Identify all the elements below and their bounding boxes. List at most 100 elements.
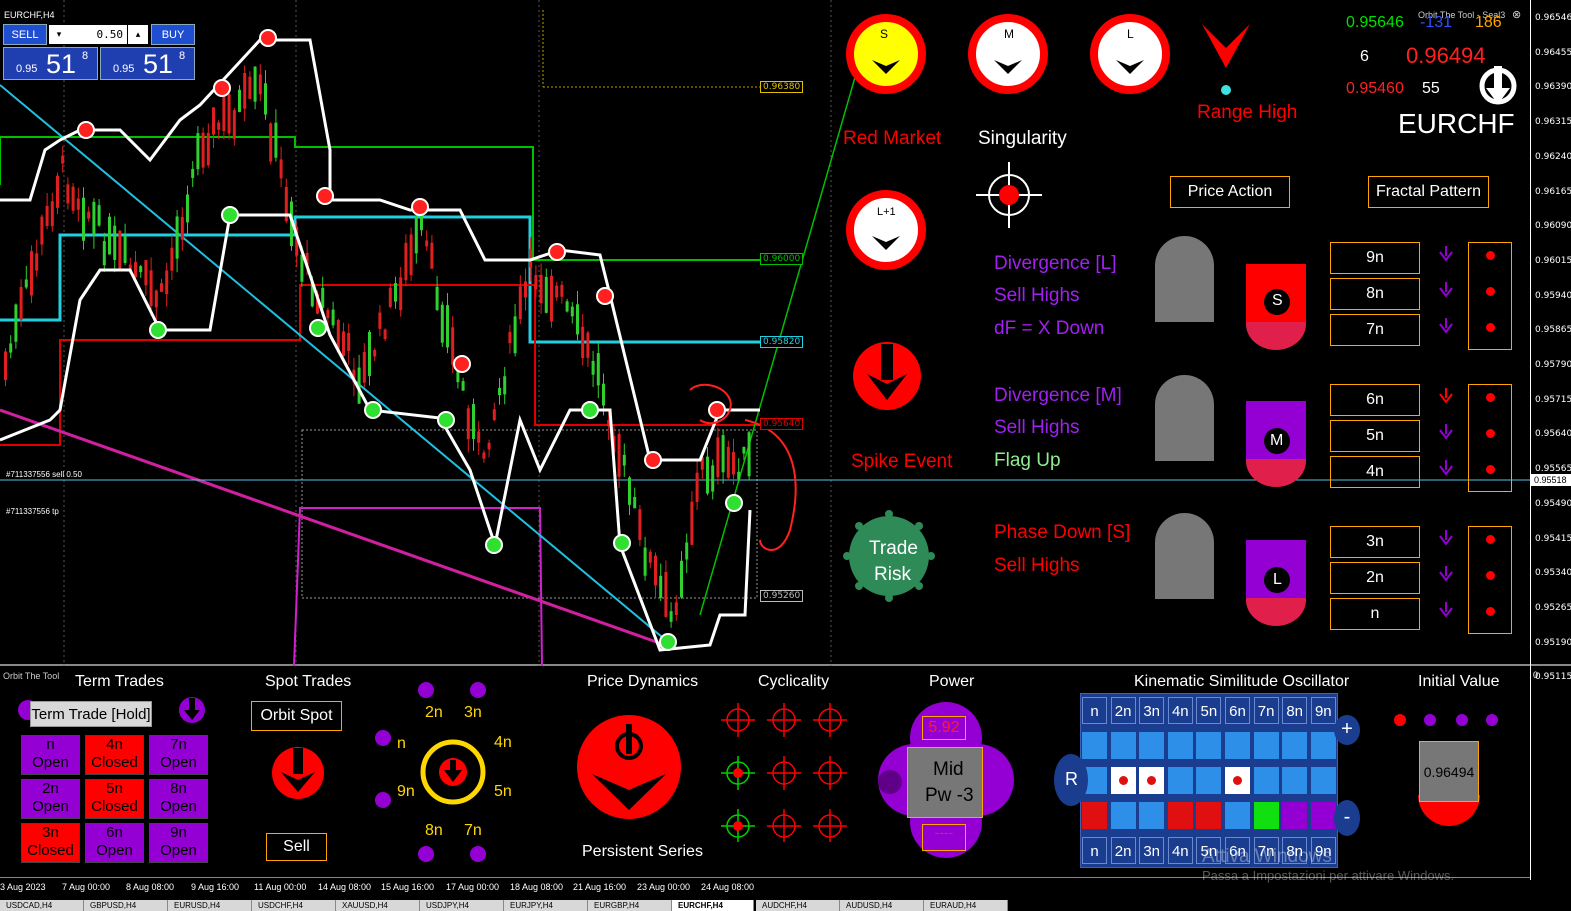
candle-body (92, 201, 96, 236)
fractal-pattern-button[interactable]: Fractal Pattern (1368, 176, 1489, 208)
term-trade-cell-status: Open (32, 754, 69, 771)
kso-header-cell[interactable]: 4n (1167, 837, 1193, 864)
main-chart[interactable]: EURCHF,H4 SELL ▾ 0.50 ▴ BUY 0.95 51 8 0.… (0, 0, 1571, 666)
kso-cell (1225, 767, 1250, 794)
kso-header-cell[interactable]: 3n (1139, 697, 1165, 724)
activation-watermark-text: Passa a Impostazioni per attivare Window… (1202, 868, 1455, 883)
kso-header-cell[interactable]: 2n (1110, 697, 1136, 724)
symbol-tab[interactable]: USDJPY,H4 (420, 900, 504, 911)
lot-size-input[interactable]: 0.50 (69, 25, 127, 44)
symbol-tab[interactable]: EURGBP,H4 (588, 900, 672, 911)
buy-price-tile[interactable]: 0.95 51 8 (100, 47, 195, 80)
cyclicality-crosshair-icon (767, 809, 801, 842)
signal-dot (1486, 571, 1495, 580)
nbox-3n[interactable]: 3n (1330, 526, 1420, 558)
fractal-high-marker (213, 79, 231, 97)
fractal-high-marker (77, 121, 95, 139)
nbox-6n[interactable]: 6n (1330, 384, 1420, 416)
spot-sell-button[interactable]: Sell (266, 833, 327, 861)
nbox-7n[interactable]: 7n (1330, 314, 1420, 346)
term-trade-cell-id: 5n (106, 780, 123, 797)
orbit-close-icon[interactable]: ⊗ (1512, 8, 1521, 21)
cyclicality-crosshair-icon (721, 703, 755, 737)
kso-plus-button[interactable]: + (1334, 715, 1360, 745)
term-trade-cell[interactable]: 7n Open (149, 735, 208, 775)
fractal-high-marker (453, 355, 471, 373)
l1-timeframe-signal[interactable] (846, 190, 926, 270)
nbox-4n[interactable]: 4n (1330, 456, 1420, 488)
kso-header-cell[interactable]: 9n (1310, 697, 1336, 724)
nbox-n[interactable]: n (1330, 598, 1420, 630)
symbol-tab[interactable]: EURUSD,H4 (168, 900, 252, 911)
symbol-tab[interactable]: AUDCHF,H4 (756, 900, 840, 911)
fractal-high-marker (708, 401, 726, 419)
nbox-5n[interactable]: 5n (1330, 420, 1420, 452)
symbol-tab[interactable]: AUDUSD,H4 (840, 900, 924, 911)
candle-body (425, 240, 429, 247)
price-axis-tick: 0.96015 (1535, 255, 1571, 266)
symbol-tab[interactable]: EURCHF,H4 (672, 900, 754, 911)
term-trade-cell[interactable]: 2n Open (21, 779, 80, 819)
term-trade-cell-status: Open (160, 754, 197, 771)
cyclicality-crosshair-icon (813, 809, 847, 842)
term-trade-hold-button[interactable]: Term Trade [Hold] (30, 701, 152, 727)
kso-header-cell[interactable]: n (1082, 697, 1107, 724)
kso-header-cell[interactable]: 7n (1253, 697, 1279, 724)
kso-header-cell[interactable]: n (1082, 837, 1107, 864)
buy-button[interactable]: BUY (151, 24, 195, 45)
nbox-2n[interactable]: 2n (1330, 562, 1420, 594)
nbox-9n[interactable]: 9n (1330, 242, 1420, 274)
symbol-tab[interactable]: XAUUSD,H4 (336, 900, 420, 911)
lot-increase-button[interactable]: ▴ (128, 25, 148, 44)
s-timeframe-signal[interactable] (846, 14, 926, 94)
term-trade-cell[interactable]: 6n Open (85, 823, 144, 863)
m-timeframe-signal[interactable] (968, 14, 1048, 94)
term-trade-cell[interactable]: 3n Closed (21, 823, 80, 863)
candle-body (71, 186, 75, 211)
candle-body (206, 132, 210, 166)
symbol-big-label: EURCHF (1398, 108, 1515, 139)
term-trade-cell[interactable]: 5n Closed (85, 779, 144, 819)
kso-header-cell[interactable]: 6n (1225, 697, 1250, 724)
term-trade-cell-status: Closed (91, 798, 138, 815)
sell-button[interactable]: SELL (3, 24, 47, 45)
symbol-tab[interactable]: EURAUD,H4 (924, 900, 1008, 911)
orbit-spot-button[interactable]: Orbit Spot (251, 701, 342, 731)
l1-signal-label: L+1 (877, 206, 896, 218)
term-trade-cell[interactable]: 9n Open (149, 823, 208, 863)
nbox-8n[interactable]: 8n (1330, 278, 1420, 310)
phase-s-line-2: Sell Highs (994, 555, 1080, 576)
sell-price-fraction: 8 (82, 50, 89, 62)
term-trade-cell[interactable]: 4n Closed (85, 735, 144, 775)
arrow-column-icon (1439, 246, 1453, 618)
price-action-button[interactable]: Price Action (1170, 176, 1290, 208)
kso-header-cell[interactable]: 4n (1167, 697, 1193, 724)
kso-header-cell[interactable]: 2n (1110, 837, 1136, 864)
candle-body (695, 472, 699, 502)
trade-risk-label-1: Trade (869, 538, 918, 559)
term-trade-cell[interactable]: 8n Open (149, 779, 208, 819)
symbol-tab[interactable]: GBPUSD,H4 (84, 900, 168, 911)
power-pw-label: Pw -3 (925, 785, 974, 806)
candle-body (102, 241, 106, 266)
term-trade-cell[interactable]: n Open (21, 735, 80, 775)
time-axis-tick: 14 Aug 08:00 (318, 882, 372, 892)
lot-decrease-button[interactable]: ▾ (49, 25, 69, 44)
kso-header-cell[interactable]: 5n (1196, 697, 1222, 724)
sell-price-tile[interactable]: 0.95 51 8 (3, 47, 98, 80)
candle-body (373, 349, 377, 357)
time-axis-tick: 21 Aug 16:00 (573, 882, 627, 892)
symbol-tab[interactable]: USDCAD,H4 (0, 900, 84, 911)
symbol-tab[interactable]: EURJPY,H4 (504, 900, 588, 911)
kso-header-cell[interactable]: 3n (1139, 837, 1165, 864)
l-timeframe-signal[interactable] (1090, 14, 1170, 94)
symbol-tab[interactable]: USDCHF,H4 (252, 900, 336, 911)
candle-body (492, 409, 496, 421)
kso-header-cell[interactable]: 8n (1282, 697, 1308, 724)
candle-body (633, 496, 637, 509)
price-axis-tick: 0.96455 (1535, 47, 1571, 58)
cyclicality-grid (721, 703, 847, 842)
persistent-series-label: Persistent Series (582, 843, 703, 860)
divergence-m-line-3: Flag Up (994, 450, 1061, 471)
kso-minus-button[interactable]: - (1334, 800, 1360, 836)
